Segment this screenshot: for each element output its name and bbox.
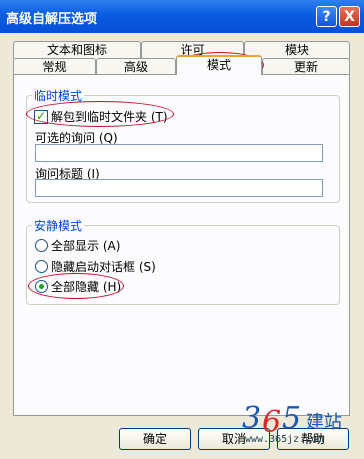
radio-hide-all[interactable] xyxy=(35,280,48,293)
radio-selected-dot xyxy=(39,284,44,289)
temp-mode-label: 临时模式 xyxy=(32,87,85,104)
optional-question-input[interactable] xyxy=(35,144,323,162)
svg-text:5: 5 xyxy=(282,401,301,436)
radio-hide-startup[interactable] xyxy=(35,260,48,273)
tab-mode[interactable]: 模式 xyxy=(176,55,262,75)
watermark-url: www.365jz.com xyxy=(245,434,324,445)
tab-panel-mode: 临时模式 ✓ 解包到临时文件夹 (T) 可选的询问 (Q) 询问标题 (I) 安… xyxy=(13,74,350,416)
ok-button[interactable]: 确定 xyxy=(119,428,191,450)
svg-text:3: 3 xyxy=(242,401,261,436)
window-title: 高级自解压选项 xyxy=(6,12,98,27)
watermark-graphic: 3 6 5 建站 xyxy=(242,401,342,440)
tab-advanced[interactable]: 高级 xyxy=(96,58,176,75)
tab-general[interactable]: 常规 xyxy=(13,58,96,75)
silent-mode-label: 安静模式 xyxy=(32,217,85,234)
watermark-logo: 3 6 5 建站 www.365jz.com xyxy=(240,398,360,456)
tab-text-icons[interactable]: 文本和图标 xyxy=(13,41,141,59)
radio-hide-startup-label[interactable]: 隐藏启动对话框 (S) xyxy=(51,258,156,275)
checkmark-icon: ✓ xyxy=(36,109,47,123)
dialog-window: 高级自解压选项 ? X 文本和图标 许可 模块 常规 高级 模式 更新 临时模式… xyxy=(0,0,364,459)
title-bar[interactable]: 高级自解压选项 ? X xyxy=(0,0,364,33)
radio-show-all-label[interactable]: 全部显示 (A) xyxy=(51,237,120,254)
radio-hide-all-label[interactable]: 全部隐藏 (H) xyxy=(51,278,121,295)
close-button[interactable]: X xyxy=(339,6,360,27)
svg-text:建站: 建站 xyxy=(306,412,342,433)
help-title-button[interactable]: ? xyxy=(316,6,337,27)
extract-temp-checkbox[interactable]: ✓ xyxy=(34,109,48,124)
tab-update[interactable]: 更新 xyxy=(262,58,350,75)
radio-show-all[interactable] xyxy=(35,239,48,252)
question-title-input[interactable] xyxy=(35,179,323,197)
extract-temp-label[interactable]: 解包到临时文件夹 (T) xyxy=(51,108,168,125)
